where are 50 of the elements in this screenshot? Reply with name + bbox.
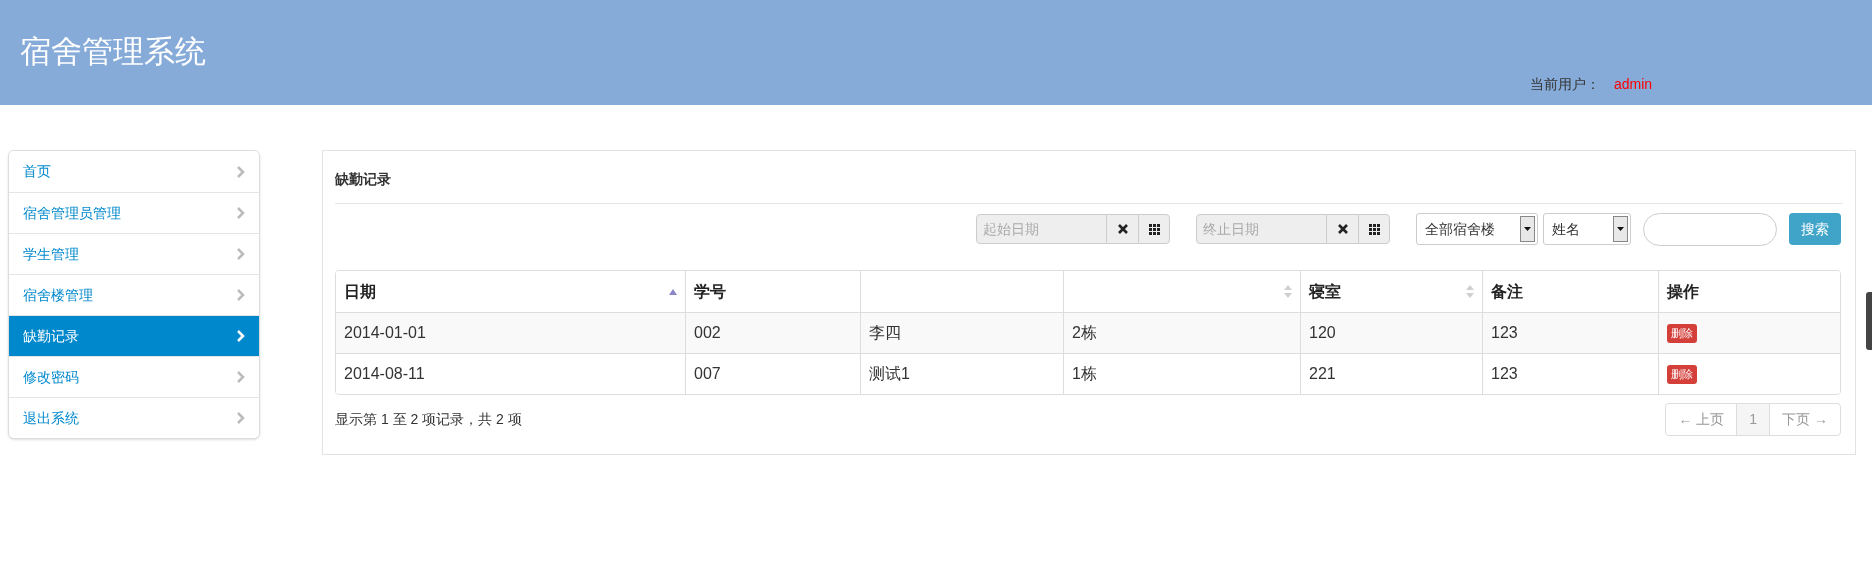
page-number[interactable]: 1 [1736,404,1770,435]
sort-ascending-icon[interactable] [669,288,677,295]
chevron-right-icon [237,207,245,219]
close-icon [1337,224,1348,234]
date-field[interactable]: 终止日期 [1196,214,1327,244]
table-cell: 123 [1482,354,1658,394]
dropdown[interactable]: 全部宿舍楼 [1416,213,1538,245]
table-cell-text: 2014-01-01 [343,323,427,343]
chevron-right-icon [237,248,245,260]
chevron-right-icon [237,412,245,424]
sidebar-item[interactable]: 首页 [9,151,259,192]
sidebar-item[interactable]: 退出系统 [9,397,259,438]
sidebar-item[interactable]: 修改密码 [9,356,259,397]
clear-button[interactable] [1107,214,1138,244]
prev-page-link[interactable]: ← 上页 [1666,404,1737,435]
date-field[interactable]: 起始日期 [976,214,1107,244]
sidebar-item[interactable]: 宿舍管理员管理 [9,192,259,233]
delete-button[interactable]: 删除 [1667,364,1697,384]
next-page-link[interactable]: 下页 → [1769,404,1840,435]
sidebar-item[interactable]: 宿舍楼管理 [9,274,259,315]
user-label: 当前用户： [1530,75,1600,94]
calendar-button[interactable] [1138,214,1170,244]
search-field[interactable] [1643,212,1777,246]
chevron-right-icon [237,371,245,383]
close-icon [1117,224,1128,234]
sidebar-item[interactable]: 学生管理 [9,233,259,274]
chevron-right-icon [237,165,245,178]
table-cell-text: 2014-08-11 [343,364,426,384]
delete-button[interactable]: 删除 [1667,323,1697,343]
side-handle[interactable] [1866,292,1872,350]
clear-button[interactable] [1327,214,1358,244]
panel-title: 缺勤记录 [335,169,391,204]
grid-icon [1368,223,1380,235]
table-info: 显示第 1 至 2 项记录，共 2 项 [335,410,522,429]
calendar-button[interactable] [1358,214,1390,244]
user-name: admin [1614,75,1653,94]
chevron-right-icon [237,330,245,342]
table-cell: 007 [685,354,860,394]
grid-icon [1148,223,1160,235]
caret-down-icon [1524,227,1531,231]
sidebar-item[interactable]: 缺勤记录 [9,315,259,356]
chevron-right-icon [237,289,245,301]
dropdown[interactable]: 姓名 [1543,213,1631,245]
search-button[interactable]: 搜索 [1789,213,1841,245]
caret-down-icon [1617,227,1624,231]
table-cell: 221 [1300,354,1482,394]
table-cell: 测试1 [860,354,1063,394]
column-header: 日期 [336,271,685,312]
table-cell: 1栋 [1063,354,1300,394]
app-title: 宿舍管理系统 [20,32,206,71]
